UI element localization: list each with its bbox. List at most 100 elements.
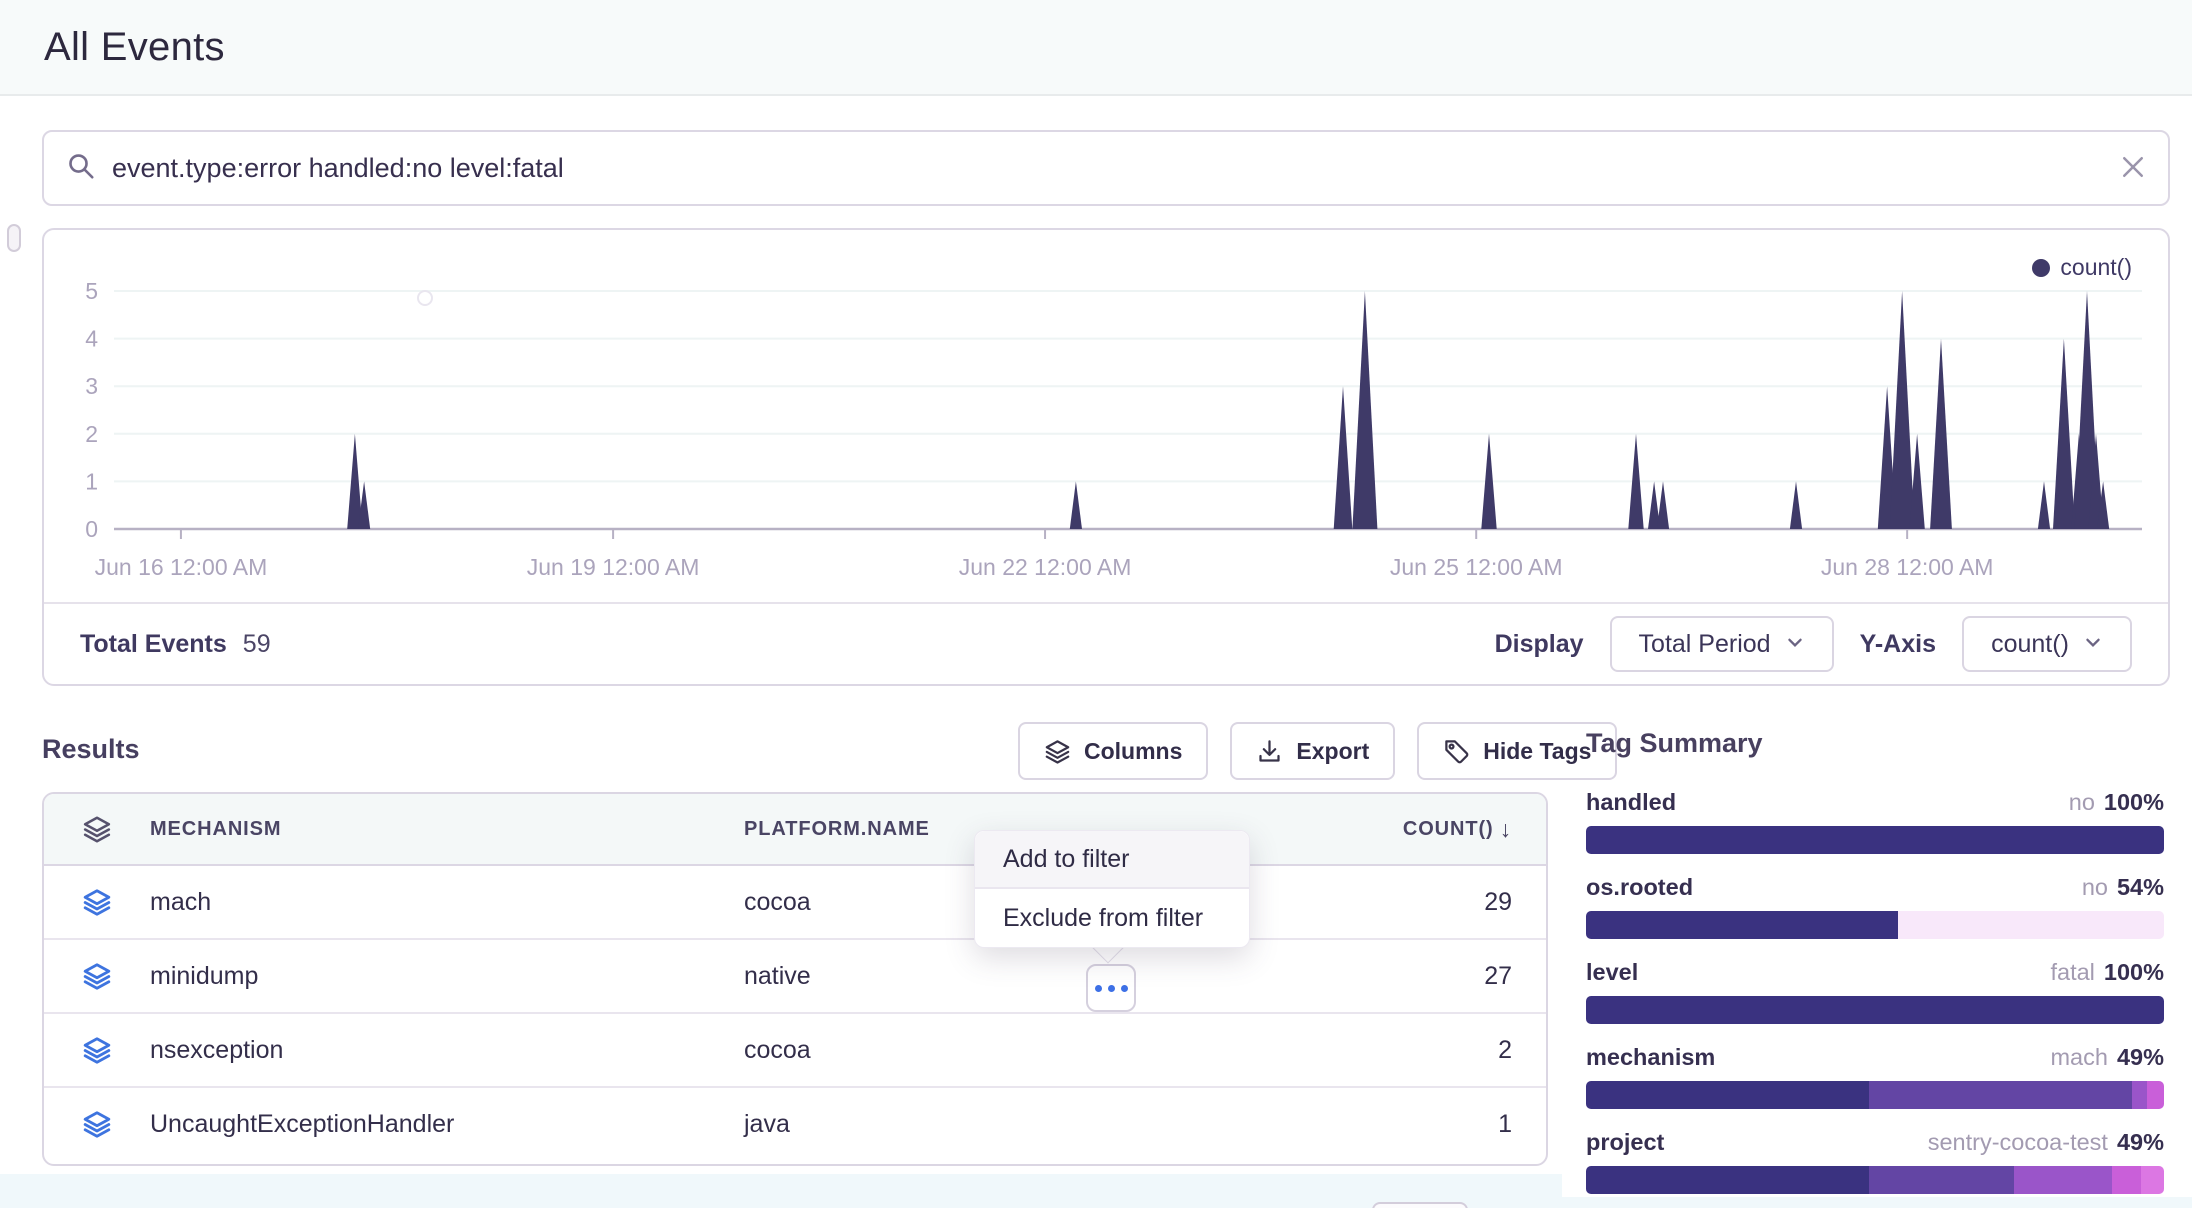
sort-desc-icon: ↓ <box>1500 816 1512 843</box>
tag-top-value: mach <box>2050 1044 2107 1071</box>
column-header-platform[interactable]: PLATFORM.NAME <box>744 818 930 841</box>
tag-row-os-rooted: os.rooted no 54% <box>1586 874 2164 939</box>
tag-icon <box>1443 738 1470 765</box>
column-header-mechanism[interactable]: MECHANISM <box>150 818 744 841</box>
search-input[interactable]: event.type:error handled:no level:fatal <box>112 153 2118 184</box>
column-layers-icon[interactable] <box>44 814 150 844</box>
export-button[interactable]: Export <box>1230 722 1395 780</box>
tag-bar[interactable] <box>1586 1166 2164 1194</box>
tag-bar-segment[interactable] <box>1586 826 2164 854</box>
tag-row-mechanism: mechanism mach 49% <box>1586 1044 2164 1109</box>
chevron-down-icon <box>1785 630 1805 659</box>
tag-bar-segment[interactable] <box>2147 1081 2164 1109</box>
tag-bar[interactable] <box>1586 1081 2164 1109</box>
yaxis-dropdown[interactable]: count() <box>1962 616 2132 672</box>
cell-mechanism: mach <box>150 888 744 917</box>
chart-footer: Total Events 59 Display Total Period Y-A… <box>44 602 2168 684</box>
total-events-label: Total Events <box>80 630 227 659</box>
pagination-buttons[interactable] <box>1372 1202 1468 1208</box>
tag-summary-panel: Tag Summary handled no 100% os.rooted no… <box>1586 728 2164 1208</box>
cell-platform: java <box>744 1110 790 1139</box>
yaxis-label: Y-Axis <box>1860 630 1936 659</box>
svg-text:Jun 28 12:00 AM: Jun 28 12:00 AM <box>1821 554 1994 580</box>
clear-search-button[interactable] <box>2118 152 2148 185</box>
table-body: mach cocoa 29 minidump native 27 <box>44 866 1546 1160</box>
columns-button[interactable]: Columns <box>1018 722 1208 780</box>
display-dropdown-value: Total Period <box>1639 630 1771 659</box>
results-table: MECHANISM PLATFORM.NAME COUNT() ↓ mach c… <box>42 792 1548 1166</box>
display-dropdown[interactable]: Total Period <box>1610 616 1834 672</box>
page-bottom-band <box>0 1197 2192 1208</box>
panel-drag-handle[interactable] <box>7 224 21 252</box>
tag-bar-segment[interactable] <box>1586 1081 1869 1109</box>
table-row[interactable]: minidump native 27 <box>44 940 1546 1014</box>
svg-text:Jun 25 12:00 AM: Jun 25 12:00 AM <box>1390 554 1563 580</box>
cell-count: java 1 <box>744 1110 1546 1139</box>
tag-percent: 100% <box>2104 959 2164 986</box>
chevron-down-icon <box>2083 630 2103 659</box>
cell-count: cocoa 2 <box>744 1036 1546 1065</box>
tag-name: os.rooted <box>1586 874 1693 901</box>
tag-bar-segment[interactable] <box>1869 1081 2132 1109</box>
svg-text:5: 5 <box>85 278 98 304</box>
table-header-row: MECHANISM PLATFORM.NAME COUNT() ↓ <box>44 794 1546 866</box>
svg-text:Jun 22 12:00 AM: Jun 22 12:00 AM <box>959 554 1132 580</box>
tag-row-level: level fatal 100% <box>1586 959 2164 1024</box>
table-row[interactable]: nsexception cocoa 2 <box>44 1014 1546 1088</box>
cell-mechanism: UncaughtExceptionHandler <box>150 1110 744 1139</box>
tag-percent: 49% <box>2117 1044 2164 1071</box>
tag-bar[interactable] <box>1586 911 2164 939</box>
legend-label: count() <box>2060 254 2132 281</box>
tag-row-handled: handled no 100% <box>1586 789 2164 854</box>
tag-bar-segment[interactable] <box>2141 1166 2164 1194</box>
search-bar[interactable]: event.type:error handled:no level:fatal <box>42 130 2170 206</box>
tag-bar-segment[interactable] <box>1869 1166 2014 1194</box>
tag-bar[interactable] <box>1586 996 2164 1024</box>
tag-name: project <box>1586 1129 1664 1156</box>
svg-text:Jun 16 12:00 AM: Jun 16 12:00 AM <box>95 554 268 580</box>
hide-tags-button-label: Hide Tags <box>1483 738 1591 765</box>
results-toolbar: Columns Export Hide Tags <box>1018 722 1617 780</box>
results-heading: Results <box>42 734 140 765</box>
close-icon <box>2118 152 2148 185</box>
chart-legend[interactable]: count() <box>2032 254 2132 281</box>
stack-icon <box>44 961 150 991</box>
tag-bar-segment[interactable] <box>2014 1166 2112 1194</box>
stack-icon <box>44 887 150 917</box>
tag-summary-title: Tag Summary <box>1586 728 2164 759</box>
table-row[interactable]: mach cocoa 29 <box>44 866 1546 940</box>
cell-count: native 27 <box>744 962 1546 991</box>
menu-item-add-to-filter[interactable]: Add to filter <box>975 831 1249 889</box>
export-button-label: Export <box>1296 738 1369 765</box>
display-label: Display <box>1495 630 1584 659</box>
tag-bar-segment[interactable] <box>2112 1166 2141 1194</box>
layers-icon <box>1044 738 1071 765</box>
svg-text:0: 0 <box>85 516 98 542</box>
svg-text:3: 3 <box>85 373 98 399</box>
tag-bar-segment[interactable] <box>2132 1081 2146 1109</box>
tag-name: level <box>1586 959 1638 986</box>
table-row[interactable]: UncaughtExceptionHandler java 1 <box>44 1088 1546 1160</box>
tag-top-value: no <box>2069 789 2095 816</box>
events-chart-panel: count() 012345Jun 16 12:00 AMJun 19 12:0… <box>42 228 2170 686</box>
tag-bar-segment[interactable] <box>1586 911 1898 939</box>
svg-text:2: 2 <box>85 421 98 447</box>
download-icon <box>1256 738 1283 765</box>
total-events-value: 59 <box>243 630 271 659</box>
stack-icon <box>44 1035 150 1065</box>
tag-top-value: sentry-cocoa-test <box>1928 1129 2108 1156</box>
columns-button-label: Columns <box>1084 738 1182 765</box>
tag-percent: 100% <box>2104 789 2164 816</box>
tag-bar-segment[interactable] <box>1586 996 2164 1024</box>
svg-text:1: 1 <box>85 468 98 494</box>
tag-bar-segment[interactable] <box>1586 1166 1869 1194</box>
tag-bar[interactable] <box>1586 826 2164 854</box>
cell-platform: cocoa <box>744 888 811 917</box>
tag-top-value: fatal <box>2050 959 2094 986</box>
ellipsis-icon <box>1095 985 1102 992</box>
menu-item-exclude-from-filter[interactable]: Exclude from filter <box>975 889 1249 947</box>
legend-dot-icon <box>2032 259 2050 277</box>
cell-actions-menu: Add to filter Exclude from filter <box>974 830 1250 948</box>
cell-actions-button[interactable] <box>1086 964 1136 1012</box>
tag-percent: 49% <box>2117 1129 2164 1156</box>
